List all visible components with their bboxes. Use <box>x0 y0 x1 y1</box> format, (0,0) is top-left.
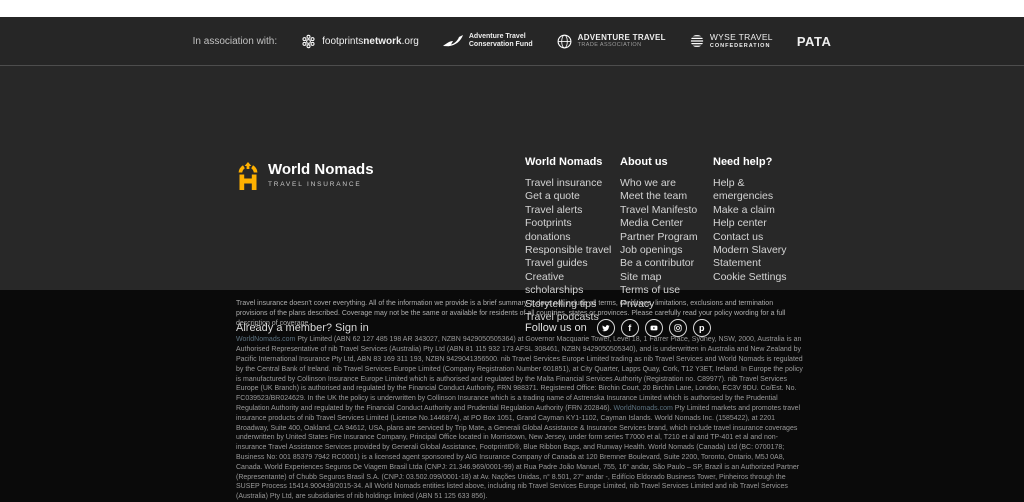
worldnomads-link[interactable]: WorldNomads.com <box>236 336 295 343</box>
partner-adventure-travel-trade-association[interactable]: ADVENTURE TRAVEL TRADE ASSOCIATION <box>557 33 666 49</box>
globe-icon <box>557 34 572 49</box>
footer-link[interactable]: Travel guides <box>525 257 620 270</box>
legal-text-segment: Pty Limited (ABN 62 127 485 198 AR 34302… <box>236 336 803 412</box>
footer-link[interactable]: Who we are <box>620 177 710 190</box>
partner-footprints-network[interactable]: footprintsnetwork.org <box>301 34 419 49</box>
footer-link[interactable]: Meet the team <box>620 190 710 203</box>
footer-link[interactable]: Media Center <box>620 217 710 230</box>
footer-link[interactable]: Job openings <box>620 244 710 257</box>
footer-link[interactable]: Make a claim <box>713 204 797 217</box>
footer-link[interactable]: Partner Program <box>620 231 710 244</box>
association-bar: In association with: footprintsnetwork.o… <box>0 17 1024 66</box>
partner-adventure-travel-conservation-fund[interactable]: Adventure Travel Conservation Fund <box>443 33 533 49</box>
column-heading: Need help? <box>713 156 797 169</box>
instagram-icon[interactable] <box>669 319 687 337</box>
world-nomads-wordmark: World Nomads TRAVEL INSURANCE <box>268 162 374 188</box>
footer-column-about-us: About us Who we areMeet the teamTravel M… <box>620 156 710 311</box>
column-links: Travel insuranceGet a quoteTravel alerts… <box>525 177 620 324</box>
footer-link[interactable]: Terms of use <box>620 284 710 297</box>
column-heading: About us <box>620 156 710 169</box>
partner-wyse-label: WYSE TRAVEL CONFEDERATION <box>710 33 773 49</box>
footer-link[interactable]: Travel alerts <box>525 204 620 217</box>
column-links: Help & emergenciesMake a claimHelp cente… <box>713 177 797 284</box>
follow-us-label: Follow us on <box>525 322 587 334</box>
partner-pata-label: PATA <box>797 34 832 49</box>
member-prompt: Already a member? <box>236 322 335 334</box>
legal-detail: WorldNomads.com Pty Limited (ABN 62 127 … <box>236 335 806 502</box>
world-nomads-logo-icon <box>236 162 260 191</box>
column-links: Who we areMeet the teamTravel ManifestoM… <box>620 177 710 311</box>
footer-link[interactable]: Creative scholarships <box>525 271 620 298</box>
footer-link[interactable]: Travel insurance <box>525 177 620 190</box>
footer-link[interactable]: Modern Slavery Statement <box>713 244 797 271</box>
footer-link[interactable]: Get a quote <box>525 190 620 203</box>
twitter-icon[interactable] <box>597 319 615 337</box>
footer-link[interactable]: Responsible travel <box>525 244 620 257</box>
facebook-icon[interactable]: f <box>621 319 639 337</box>
partner-pata[interactable]: PATA <box>797 34 832 49</box>
footer-link[interactable]: Help & emergencies <box>713 177 797 204</box>
footer-link[interactable]: Travel Manifesto <box>620 204 710 217</box>
footer-link[interactable]: Help center <box>713 217 797 230</box>
footer-link[interactable]: Storytelling tips <box>525 298 620 311</box>
pinterest-icon[interactable]: p <box>693 319 711 337</box>
bird-icon <box>443 35 463 47</box>
striped-globe-icon <box>690 34 704 48</box>
brand-name: World Nomads <box>268 162 374 177</box>
youtube-icon[interactable] <box>645 319 663 337</box>
partner-atta-label: ADVENTURE TRAVEL TRADE ASSOCIATION <box>578 33 666 49</box>
column-heading: World Nomads <box>525 156 620 169</box>
page-background-strip <box>0 0 1024 17</box>
partner-footprints-label: footprintsnetwork.org <box>322 36 419 47</box>
footer-link[interactable]: Be a contributor <box>620 257 710 270</box>
footer-main: World Nomads TRAVEL INSURANCE World Noma… <box>0 66 1024 290</box>
footer-link[interactable]: Privacy <box>620 298 710 311</box>
association-label: In association with: <box>193 36 278 47</box>
footer-link[interactable]: Cookie Settings <box>713 271 797 284</box>
partner-atcf-label: Adventure Travel Conservation Fund <box>469 33 533 49</box>
footer-link[interactable]: Footprints donations <box>525 217 620 244</box>
footer-link[interactable]: Contact us <box>713 231 797 244</box>
partner-wyse-travel-confederation[interactable]: WYSE TRAVEL CONFEDERATION <box>690 33 773 49</box>
footer-column-need-help: Need help? Help & emergenciesMake a clai… <box>713 156 797 284</box>
sign-in-link[interactable]: Sign in <box>335 322 369 334</box>
world-nomads-logo[interactable]: World Nomads TRAVEL INSURANCE <box>236 162 374 191</box>
legal-section: Travel insurance doesn't cover everythin… <box>0 290 1024 490</box>
footprints-flower-icon <box>301 34 316 49</box>
member-row: Already a member? Sign in <box>236 322 369 334</box>
worldnomads-link[interactable]: WorldNomads.com <box>613 405 672 412</box>
footer-link[interactable]: Site map <box>620 271 710 284</box>
footer-column-world-nomads: World Nomads Travel insuranceGet a quote… <box>525 156 620 324</box>
brand-tagline: TRAVEL INSURANCE <box>268 181 374 188</box>
follow-us-row: Follow us on f p <box>525 319 717 337</box>
legal-text-segment: Pty Limited markets and promotes travel … <box>236 405 800 500</box>
